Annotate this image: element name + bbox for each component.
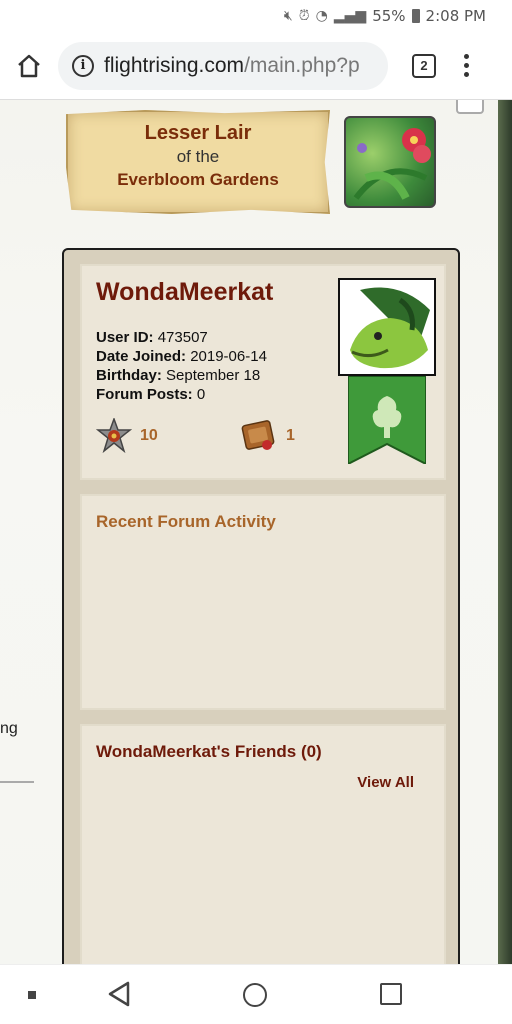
url-bar[interactable]: i flightrising.com/main.php?p [58,41,388,90]
page-content: ng Lesser Lair of the Everbloom Gardens … [0,100,512,964]
date-joined-value: 2019-06-14 [190,348,267,365]
dragon-avatar[interactable] [338,278,436,376]
status-bar: 🔇︎ ⏰︎ ◔ ▂▄▆ 55% 2:08 PM [0,0,512,32]
star-stat[interactable]: 10 [96,418,158,454]
lair-title: Lesser Lair [144,122,252,144]
forum-posts-label: Forum Posts: [96,386,193,403]
forum-posts-row: Forum Posts: 0 [96,385,267,404]
recent-activity-card: Recent Forum Activity [80,494,446,710]
view-all-friends-link[interactable]: View All [357,774,414,791]
signal-icon: ▂▄▆ [333,8,367,24]
mute-icon: 🔇︎ [283,8,293,24]
user-id-label: User ID: [96,329,154,346]
star-badge-icon [96,418,132,454]
birthday-label: Birthday: [96,367,162,384]
overflow-menu-button[interactable] [464,54,469,77]
home-icon [18,54,40,77]
android-nav-bar [0,964,512,1024]
dragon-icon [350,287,430,369]
flight-banner-icon[interactable] [348,376,426,464]
profile-card: WondaMeerkat User ID: 473507 Date Joined… [80,264,446,480]
star-count: 10 [140,427,158,444]
back-button[interactable] [106,981,132,1007]
date-joined-row: Date Joined: 2019-06-14 [96,347,267,366]
nav-dot-icon [28,991,36,999]
battery-icon [411,9,420,23]
book-count: 1 [286,427,295,444]
side-partial-text: ng [0,720,18,737]
lair-title-banner[interactable]: Lesser Lair of the Everbloom Gardens [66,110,330,214]
date-joined-label: Date Joined: [96,348,187,365]
alarm-icon: ⏰︎ [298,8,310,24]
profile-details: User ID: 473507 Date Joined: 2019-06-14 … [96,328,267,404]
lair-subtitle: of the [176,147,220,166]
friends-title: WondaMeerkat's Friends (0) [96,742,322,761]
dot-icon [464,63,469,68]
flower-icon [353,128,431,200]
home-nav-button[interactable] [243,983,267,1007]
dot-icon [464,54,469,59]
clock: 2:08 PM [425,7,486,25]
friends-card: WondaMeerkat's Friends (0) View All [80,724,446,964]
battery-percent: 55% [372,7,406,25]
browser-toolbar: i flightrising.com/main.php?p 2 [0,32,512,100]
lair-flight-name: Everbloom Gardens [117,170,279,189]
birthday-row: Birthday: September 18 [96,366,267,385]
background-edge [498,100,512,964]
flight-emblem-image[interactable] [344,116,436,208]
menu-tab-icon[interactable] [456,100,484,114]
url-path: /main.php?p [244,53,360,77]
user-id-row: User ID: 473507 [96,328,267,347]
book-stat[interactable]: 1 [240,418,295,454]
recent-apps-button[interactable] [380,983,402,1005]
book-icon [241,420,275,450]
username: WondaMeerkat [96,278,274,306]
user-id-value: 473507 [157,329,208,346]
side-divider [0,781,34,783]
url-domain: flightrising.com [104,53,245,77]
dot-icon [464,72,469,77]
forum-posts-value: 0 [196,386,206,403]
info-icon[interactable]: i [72,54,94,77]
tab-switcher-button[interactable]: 2 [412,53,436,78]
recent-activity-title: Recent Forum Activity [96,512,276,531]
wifi-icon: ◔ [315,8,328,24]
profile-panel: WondaMeerkat User ID: 473507 Date Joined… [62,248,460,964]
home-button[interactable] [0,32,58,100]
birthday-value: September 18 [166,367,261,384]
